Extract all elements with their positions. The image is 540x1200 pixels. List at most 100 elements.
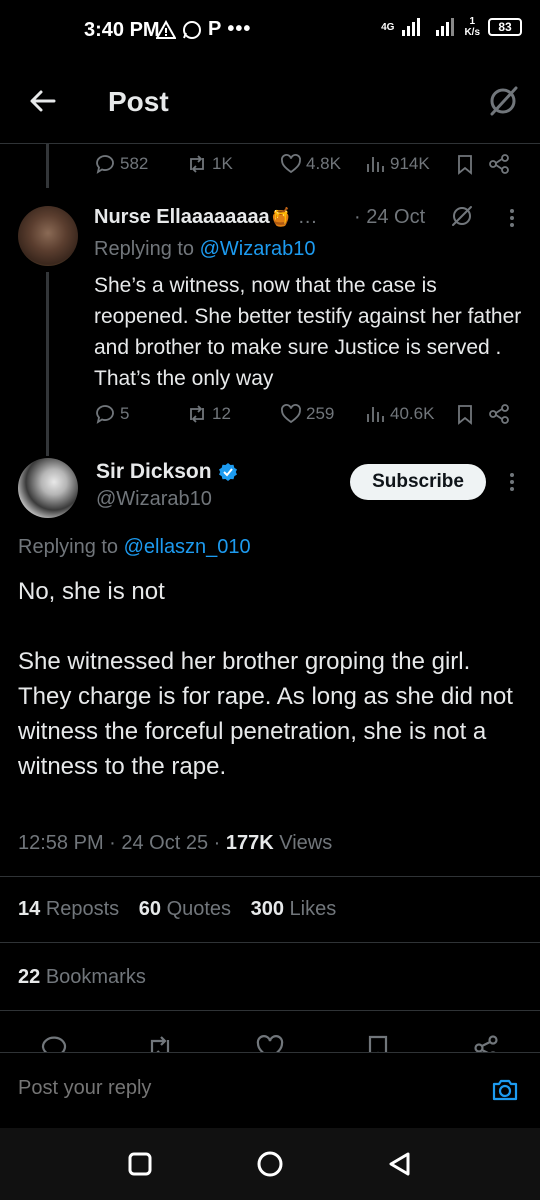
more-notifications-icon: ••• — [227, 18, 252, 40]
bookmarks-stat[interactable]: 22 Bookmarks — [18, 966, 146, 989]
net-speed-unit: K/s — [464, 27, 480, 38]
subscribe-button[interactable]: Subscribe — [350, 464, 486, 500]
views-icon — [367, 157, 384, 172]
bookmarks-count: 22 — [18, 966, 41, 988]
main-author-handle[interactable]: @Wizarab10 — [96, 488, 212, 511]
top-app-bar: Post — [0, 62, 540, 144]
more-options-icon[interactable] — [510, 206, 516, 230]
avatar-nurse-ella[interactable] — [18, 206, 78, 266]
like-count: 259 — [306, 404, 335, 423]
repost-icon — [190, 155, 204, 173]
home-icon[interactable] — [256, 1150, 284, 1178]
page-title: Post — [108, 86, 169, 117]
reply-date: · 24 Oct — [354, 206, 426, 228]
reposts-stat[interactable]: 14 Reposts — [18, 898, 119, 920]
more-options-icon[interactable] — [510, 470, 516, 494]
share-icon[interactable] — [488, 403, 510, 425]
parent-tweet-actions: 582 1K 4.8K 914K — [94, 152, 514, 176]
reply-author-text: Nurse Ellaaaaaaaa — [94, 206, 270, 228]
signal-icon — [402, 18, 421, 36]
verified-badge-icon — [218, 463, 237, 481]
like-button[interactable]: 259 — [280, 403, 364, 425]
views-button[interactable]: 914K — [364, 153, 454, 175]
timestamp-views: 12:58 PM · 24 Oct 25 · 177K Views — [18, 832, 332, 855]
like-button[interactable]: 4.8K — [280, 153, 364, 175]
thread-line-middle — [46, 272, 49, 456]
reply-tweet-text: She’s a witness, now that the case is re… — [94, 274, 522, 390]
name-ellipsis: … — [297, 206, 318, 228]
repost-icon[interactable] — [146, 1034, 174, 1052]
repost-icon — [190, 405, 204, 423]
recents-icon[interactable] — [126, 1150, 154, 1178]
share-icon[interactable] — [472, 1034, 500, 1052]
views-label: Views — [273, 832, 333, 854]
p-app-icon: P — [208, 18, 222, 40]
comment-icon — [96, 405, 114, 424]
likes-stat[interactable]: 300 Likes — [251, 898, 337, 920]
tweet-time: 12:58 PM · 24 Oct 25 · — [18, 832, 226, 854]
reply-count: 5 — [120, 404, 130, 423]
reply-button[interactable]: 582 — [94, 153, 176, 175]
grok-icon[interactable] — [450, 204, 474, 228]
comment-icon[interactable] — [40, 1034, 68, 1052]
repost-button[interactable]: 1K — [186, 153, 280, 175]
reposts-count: 14 — [18, 898, 41, 920]
reply-composer — [0, 1052, 540, 1124]
divider — [0, 1010, 540, 1011]
grok-icon[interactable] — [486, 84, 520, 118]
repost-count: 1K — [212, 154, 233, 173]
back-icon[interactable] — [386, 1150, 414, 1178]
heart-icon — [281, 154, 301, 174]
likes-count: 300 — [250, 898, 284, 920]
engagement-stats: 14 Reposts 60 Quotes 300 Likes — [18, 898, 350, 921]
net-speed: 1 K/s — [464, 16, 480, 38]
views-button[interactable]: 40.6K — [364, 403, 454, 425]
views-count: 40.6K — [390, 404, 435, 423]
battery-icon: 83 — [488, 18, 522, 36]
replying-prefix: Replying to — [18, 536, 124, 558]
mention-link[interactable]: @Wizarab10 — [200, 238, 316, 260]
bookmarks-label: Bookmarks — [45, 966, 146, 988]
warning-icon — [156, 19, 176, 39]
reply-replying-to: Replying to @Wizarab10 — [94, 238, 316, 261]
bookmark-icon[interactable] — [454, 153, 476, 175]
mention-link[interactable]: @ellaszn_010 — [124, 536, 251, 558]
back-arrow-icon[interactable] — [28, 86, 58, 116]
bookmark-icon[interactable] — [364, 1034, 392, 1052]
camera-icon[interactable] — [490, 1075, 520, 1105]
heart-icon[interactable] — [256, 1034, 284, 1052]
honey-pot-emoji: 🍯 — [269, 207, 293, 227]
repost-count: 12 — [212, 404, 231, 423]
likes-label: Likes — [289, 898, 337, 920]
net-speed-value: 1 — [469, 16, 475, 27]
replying-prefix: Replying to — [94, 238, 200, 260]
repost-button[interactable]: 12 — [186, 403, 280, 425]
divider — [0, 876, 540, 877]
reply-input[interactable] — [18, 1077, 438, 1100]
reply-author-name[interactable]: Nurse Ellaaaaaaaa🍯 … — [94, 206, 318, 229]
main-replying-to: Replying to @ellaszn_010 — [18, 536, 251, 559]
main-tweet-actions — [0, 1030, 540, 1052]
notification-icons: P ••• — [156, 18, 251, 41]
status-time: 3:40 PM — [84, 19, 160, 41]
system-nav-bar — [0, 1128, 540, 1200]
reposts-label: Reposts — [45, 898, 120, 920]
reply-tweet-actions: 5 12 259 40.6K — [94, 402, 514, 426]
status-bar: 3:40 PM P ••• 4G 1 K/s 83 — [0, 0, 540, 62]
main-tweet-text: No, she is not She witnessed her brother… — [18, 578, 513, 780]
main-author-name[interactable]: Sir Dickson — [96, 460, 238, 484]
quotes-stat[interactable]: 60 Quotes — [139, 898, 231, 920]
system-indicators: 4G 1 K/s 83 — [381, 16, 522, 38]
avatar-sir-dickson[interactable] — [18, 458, 78, 518]
share-icon[interactable] — [488, 153, 510, 175]
main-author-text: Sir Dickson — [96, 460, 212, 483]
network-type: 4G — [381, 21, 395, 33]
quotes-label: Quotes — [166, 898, 232, 920]
views-count: 177K — [225, 832, 274, 854]
bookmark-icon[interactable] — [454, 403, 476, 425]
signal-2-icon — [436, 18, 455, 36]
views-icon — [367, 407, 384, 422]
reply-button[interactable]: 5 — [94, 403, 176, 425]
like-count: 4.8K — [306, 154, 341, 173]
comment-icon — [96, 155, 114, 174]
